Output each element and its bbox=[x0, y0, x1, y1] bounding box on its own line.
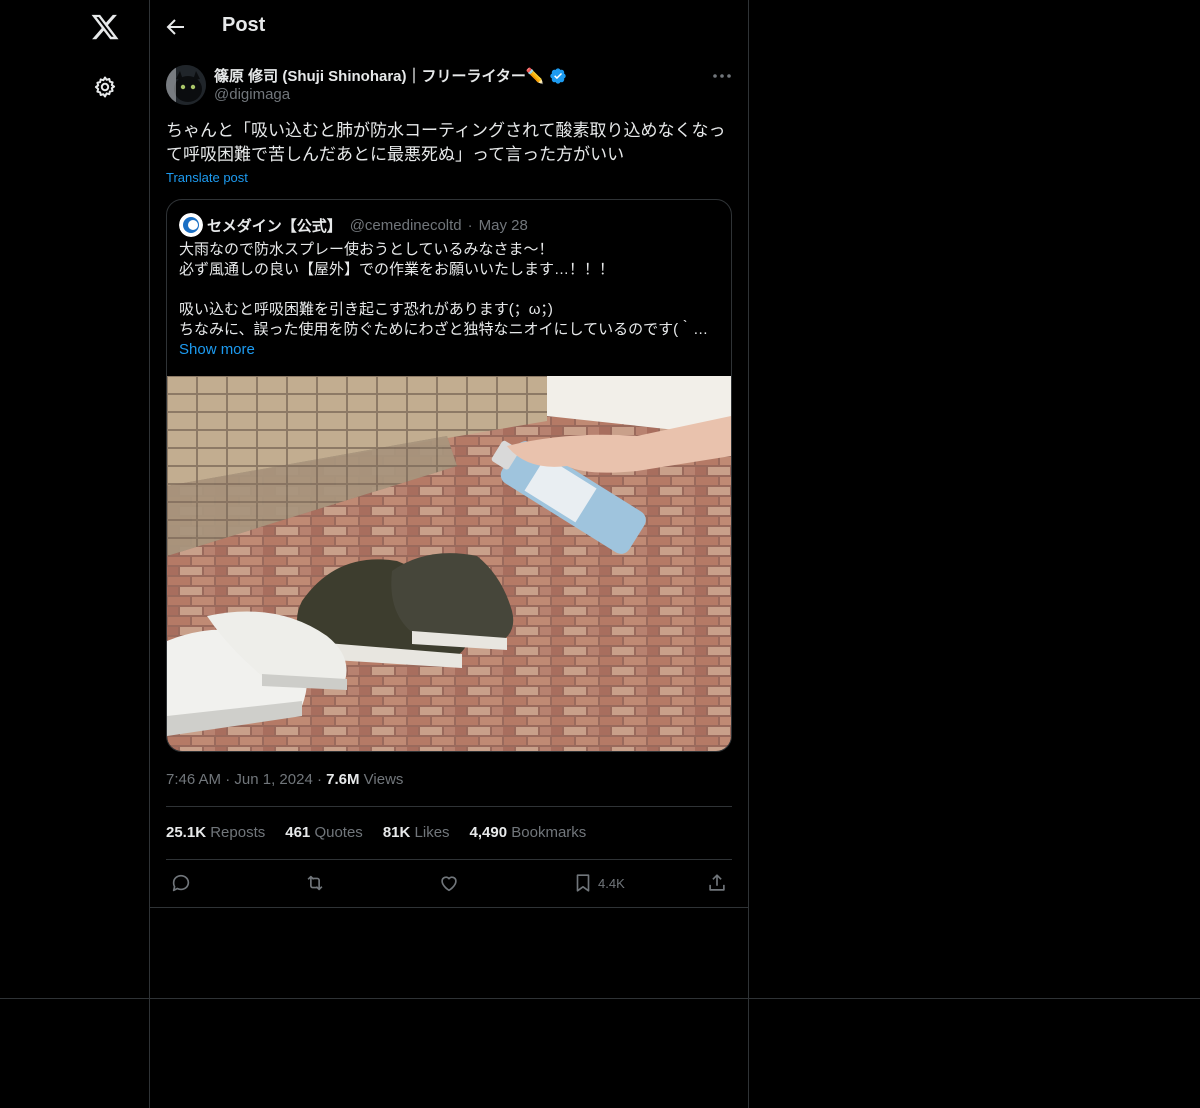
bookmarks-stat[interactable]: 4,490 Bookmarks bbox=[470, 824, 587, 841]
bottom-divider bbox=[0, 998, 1200, 999]
post-text: ちゃんと「吸い込むと肺が防水コーティングされて酸素取り込めなくなって呼吸困難で苦… bbox=[166, 121, 726, 164]
views-count: 7.6M bbox=[326, 771, 360, 788]
back-arrow-icon[interactable] bbox=[164, 15, 188, 39]
quoted-text-line: ちなみに、誤った使用を防ぐためにわざと独特なニオイにしているのです(｀… bbox=[179, 321, 709, 338]
verified-badge-icon bbox=[549, 67, 566, 84]
author-handle[interactable]: @digimaga bbox=[214, 86, 290, 103]
divider bbox=[150, 907, 748, 908]
column-divider-left bbox=[149, 0, 150, 1108]
post-date[interactable]: Jun 1, 2024 bbox=[234, 771, 312, 788]
x-logo-icon[interactable] bbox=[90, 12, 120, 42]
app-root: Post 篠原 修司 (Shuji Shinohara)｜フリーライター✏️ @… bbox=[0, 0, 1200, 1108]
bookmark-count: 4.4K bbox=[598, 875, 625, 891]
quoted-post-header: セメダイン【公式】 @cemedinecoltd · May 28 bbox=[179, 213, 528, 237]
quoted-text-line: 必ず風通しの良い【屋外】での作業をお願いいたします…！！！ bbox=[179, 261, 615, 278]
likes-stat[interactable]: 81K Likes bbox=[383, 824, 450, 841]
author-name-row[interactable]: 篠原 修司 (Shuji Shinohara)｜フリーライター✏️ bbox=[214, 65, 567, 86]
repost-icon bbox=[307, 875, 323, 891]
quoted-post-image[interactable] bbox=[167, 376, 731, 751]
post-stats: 25.1K Reposts 461 Quotes 81K Likes 4,490… bbox=[166, 824, 586, 841]
quoted-author-avatar bbox=[179, 213, 203, 237]
likes-count: 81K bbox=[382, 824, 411, 841]
bookmarks-count: 4,490 bbox=[469, 824, 508, 841]
reply-icon bbox=[172, 874, 190, 892]
like-button[interactable] bbox=[438, 870, 460, 896]
bookmark-button[interactable]: 4.4K bbox=[572, 870, 625, 896]
reply-button[interactable] bbox=[170, 870, 192, 896]
dot-separator: · bbox=[316, 771, 327, 788]
quotes-stat[interactable]: 461 Quotes bbox=[285, 824, 363, 841]
quotes-count: 461 bbox=[285, 824, 311, 841]
post-time[interactable]: 7:46 AM bbox=[166, 771, 221, 788]
left-nav bbox=[0, 0, 149, 1108]
reposts-label: Reposts bbox=[210, 824, 266, 841]
quoted-text-line: 吸い込むと呼吸困難を引き起こす恐れがあります(；ω；) bbox=[179, 301, 553, 318]
author-name[interactable]: 篠原 修司 (Shuji Shinohara)｜フリーライター✏️ bbox=[214, 65, 545, 86]
author-avatar[interactable] bbox=[166, 65, 206, 105]
divider bbox=[166, 806, 732, 807]
bookmarks-label: Bookmarks bbox=[511, 824, 587, 841]
heart-icon bbox=[441, 876, 457, 892]
post-header: Post bbox=[150, 0, 748, 53]
quoted-post[interactable]: セメダイン【公式】 @cemedinecoltd · May 28 大雨なので防… bbox=[166, 199, 732, 752]
page-title: Post bbox=[222, 14, 266, 36]
dot-separator: · bbox=[225, 771, 235, 788]
share-icon bbox=[709, 874, 725, 891]
quoted-post-date: May 28 bbox=[478, 216, 528, 234]
more-options-icon[interactable] bbox=[710, 66, 734, 86]
quoted-author-handle: @cemedinecoltd bbox=[349, 216, 462, 234]
quoted-text-line: 大雨なので防水スプレー使おうとしているみなさま〜！ bbox=[179, 241, 554, 258]
action-bar: 4.4K bbox=[166, 870, 732, 896]
quoted-post-text: 大雨なので防水スプレー使おうとしているみなさま〜！ 必ず風通しの良い【屋外】での… bbox=[179, 240, 719, 340]
share-button[interactable] bbox=[706, 870, 728, 896]
reposts-count: 25.1K bbox=[166, 824, 207, 841]
quoted-author-name: セメダイン【公式】 bbox=[207, 217, 342, 235]
likes-label: Likes bbox=[414, 824, 450, 841]
post-meta: 7:46 AM · Jun 1, 2024 · 7.6M Views bbox=[166, 771, 403, 788]
quoted-text-line bbox=[179, 280, 719, 300]
views-label: Views bbox=[363, 771, 404, 788]
reposts-stat[interactable]: 25.1K Reposts bbox=[166, 824, 265, 841]
bookmark-icon bbox=[576, 874, 590, 892]
divider bbox=[166, 859, 732, 860]
translate-post-link[interactable]: Translate post bbox=[166, 170, 248, 185]
settings-gear-icon[interactable] bbox=[93, 75, 117, 99]
show-more-link[interactable]: Show more bbox=[179, 341, 255, 358]
dot-separator: · bbox=[467, 216, 473, 234]
quotes-label: Quotes bbox=[314, 824, 363, 841]
repost-button[interactable] bbox=[304, 870, 326, 896]
column-divider-right bbox=[748, 0, 749, 1108]
